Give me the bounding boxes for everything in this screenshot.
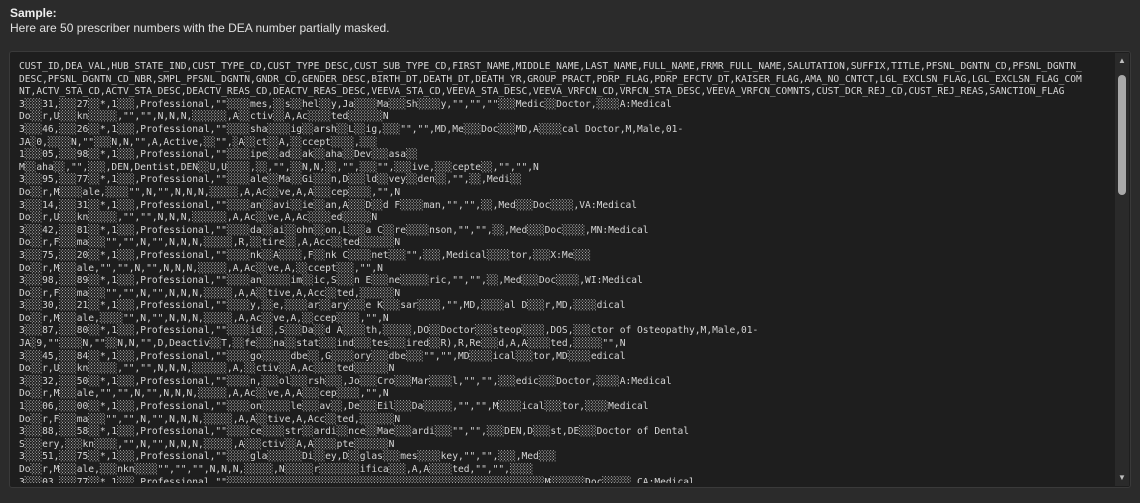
csv-line: Do░░r,M░░░ale,"","",N,"",N,N,N,░░░░░,A,A… [19,262,383,274]
csv-line: Do░░r,M░░░ale,"","",N,"",N,N,N,░░░░░,A,A… [19,388,389,400]
scroll-down-icon[interactable]: ▼ [1115,472,1129,484]
csv-line: NT,ACTV_STA_CD,ACTV_STA_DESC,DEACTV_REAS… [19,86,1065,98]
csv-line: M░░aha░░,"",░░░,DEN,Dentist,DEN░░U,U░░░░… [19,161,539,173]
csv-line: 3░░░32,░░░50░░*,1░░░,Professional,""░░░░… [19,375,672,387]
csv-line: 3░░░30,░░░21░░*,1░░░,Professional,""░░░░… [19,300,626,312]
csv-line: Do░░r,F░░░ma░░░"","",N,"",N,N,N,░░░░░,R,… [19,237,401,249]
csv-line: Do░░r,F░░░ma░░░"","",N,"",N,N,N,░░░░░,A,… [19,413,401,425]
csv-line: 3░░░98,░░░89░░*,1░░░,Professional,""░░░░… [19,275,643,287]
csv-line: Do░░r,M░░░ale,░░░nkn░░░░"","","",N,N,N,░… [19,464,534,475]
csv-line: Do░░r,M░░░ale,░░░░"",N,"",N,N,N,░░░░░,A,… [19,312,389,324]
csv-line: 3░░░88,░░░58░░*,1░░░,Professional,""░░░░… [19,426,690,438]
csv-line: CUST_ID,DEA_VAL,HUB_STATE_IND,CUST_TYPE_… [19,61,1082,72]
scrollbar-thumb[interactable] [1118,75,1126,195]
csv-line: 3░░░31,░░░27░░*,1░░░,Professional,""░░░░… [19,98,672,110]
csv-line: Do░░r,U░░░kn░░░░░,"","",N,N,N,░░░░░░,A,░… [19,363,395,375]
csv-line: JA░9,""░░░░N,""░░N,N,"",D,Deactiv░░T,░░f… [19,338,626,350]
csv-line: 1░░░05,░░░98░░*,1░░░,Professional,""░░░░… [19,149,418,161]
csv-line: Do░░r,F░░░ma░░░"","",N,"",N,N,N,░░░░░,A,… [19,287,401,299]
csv-line: JA░0,░░░░N,""░░░N,N,"",A,Active,░░"",░A░… [19,136,378,148]
csv-line: 3░░░75,░░░20░░*,1░░░,Professional,""░░░░… [19,249,591,261]
csv-line: 3░░░95,░░░77░░*,1░░░,Professional,""░░░░… [19,174,522,186]
csv-line: Do░░r,U░░░kn░░░░░,"","",N,N,N,░░░░░░,A░░… [19,111,389,123]
csv-line: 3░░░45,░░░84░░*,1░░░,Professional,""░░░░… [19,350,626,362]
csv-line: 3░░░46,░░░26░░*,1░░░,Professional,""░░░░… [19,123,684,135]
csv-line: Do░░r,U░░░kn░░░░░,"","",N,N,N,░░░░░░,A,A… [19,212,378,224]
csv-line: 3░░░42,░░░81░░*,1░░░,Professional,""░░░░… [19,224,649,236]
csv-sample-text[interactable]: CUST_ID,DEA_VAL,HUB_STATE_IND,CUST_TYPE_… [19,61,1110,483]
csv-line: Do░░r,M░░░░ale,░░░░"",N,"",N,N,N,░░░░░,A… [19,186,401,198]
csv-line: 3░░░51,░░░75░░*,1░░░,Professional,""░░░░… [19,451,557,463]
csv-line: 3░░░03,░░░77░░*,1░░░,Professional,""░░░░… [19,476,695,483]
vertical-scrollbar[interactable]: ▲ ▼ [1115,53,1129,486]
csv-line: 1░░░06,░░░00░░*,1░░░,Professional,""░░░░… [19,401,649,413]
sample-description: Here are 50 prescriber numbers with the … [10,21,390,35]
csv-sample-textarea[interactable]: CUST_ID,DEA_VAL,HUB_STATE_IND,CUST_TYPE_… [9,51,1131,488]
csv-line: 3░░░87,░░░80░░*,1░░░,Professional,""░░░░… [19,325,759,337]
sample-header: Sample: Here are 50 prescriber numbers w… [10,6,390,36]
scroll-up-icon[interactable]: ▲ [1115,55,1129,67]
csv-line: DESC,PFSNL_DGNTN_CD_NBR,SMPL_PFSNL_DGNTN… [19,73,1082,85]
sample-title: Sample: [10,6,57,20]
csv-line: 3░░░14,░░░31░░*,1░░░,Professional,""░░░░… [19,199,638,211]
csv-line: S░░░ery,░░░kn░░░░,"",N,"",N,N,N,░░░░░,A░… [19,438,395,450]
